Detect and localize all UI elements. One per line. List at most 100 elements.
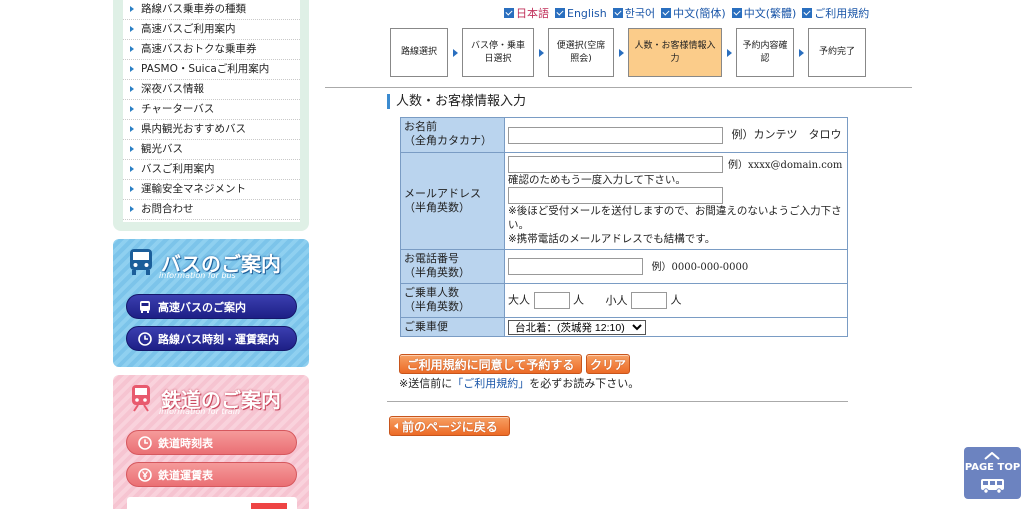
email-confirm-input[interactable] xyxy=(508,187,723,204)
reservation-steps: 路線選択 バス停・乗車日選択 便選択(空席照会) 人数・お客様情報入力 予約内容… xyxy=(390,28,866,77)
highway-bus-button[interactable]: 高速バスのご案内 xyxy=(126,294,297,319)
email-example: 例）xxxx@domain.com xyxy=(728,159,843,171)
sidebar-item-bus-usage[interactable]: バスご利用案内 xyxy=(123,160,300,180)
highway-bus-button-label: 高速バスのご案内 xyxy=(158,300,246,314)
trip-label: ご乗車便 xyxy=(400,317,505,337)
name-label: お名前 （全角カタカナ） xyxy=(400,117,505,153)
page-top-label: PAGE TOP xyxy=(964,462,1021,473)
phone-input[interactable] xyxy=(508,258,643,275)
email-note-2: ※携帯電話のメールアドレスでも結構です。 xyxy=(508,233,716,245)
divider xyxy=(387,401,848,402)
rail-fare-button[interactable]: 鉄道運賃表 xyxy=(126,462,297,487)
lang-japanese-link[interactable]: 日本語 xyxy=(504,5,549,21)
rail-info-banner[interactable] xyxy=(127,497,297,509)
banner-tag xyxy=(251,503,287,509)
sidebar-item-pasmo-suica[interactable]: PASMO・Suicaご利用案内 xyxy=(123,60,300,80)
sidebar-item-charter-bus[interactable]: チャーターバス xyxy=(123,100,300,120)
sidebar-item-highway-guide[interactable]: 高速バスご利用案内 xyxy=(123,20,300,40)
adult-unit: 人 xyxy=(573,293,584,307)
rail-timetable-button-label: 鉄道時刻表 xyxy=(158,436,213,450)
name-input[interactable] xyxy=(508,126,723,144)
email-label: メールアドレス （半角英数） xyxy=(400,152,505,250)
step-trip-select: 便選択(空席照会) xyxy=(548,28,614,77)
name-row: お名前 （全角カタカナ） 例）カンテツ タロウ xyxy=(400,117,848,153)
notice-suffix: を必ずお読み下さい。 xyxy=(529,377,640,390)
sidebar-item-highway-deals[interactable]: 高速バスおトクな乗車券 xyxy=(123,40,300,60)
email-row: メールアドレス （半角英数） 例）xxxx@domain.com 確認のためもう一… xyxy=(400,152,848,250)
email-input[interactable] xyxy=(508,156,723,173)
page-top-button[interactable]: PAGE TOP xyxy=(964,447,1021,499)
passengers-row: ご乗車人数 （半角英数） 大人 人 小人 人 xyxy=(400,283,848,318)
language-bar: 日本語 English 한국어 中文(簡体) 中文(繁體) ご利用規約 xyxy=(504,5,869,21)
bus-info-subtitle: information for bus xyxy=(159,271,236,280)
bus-front-icon xyxy=(137,299,152,314)
rail-info-subtitle: information for train xyxy=(159,407,241,416)
bus-info-box: バスのご案内 information for bus 高速バスのご案内 路線バス… xyxy=(113,239,309,367)
back-button[interactable]: 前のページに戻る xyxy=(389,416,510,436)
route-bus-timetable-button[interactable]: 路線バス時刻・運賃案内 xyxy=(126,326,297,351)
chevron-up-icon xyxy=(984,452,1000,460)
passenger-info-form: お名前 （全角カタカナ） 例）カンテツ タロウ メールアドレス （半角英数） 例）x… xyxy=(400,117,848,337)
divider xyxy=(325,87,912,88)
step-confirm: 予約内容確認 xyxy=(736,28,794,77)
step-arrow-icon xyxy=(614,49,628,57)
checkbox-icon xyxy=(802,8,813,18)
name-example: 例）カンテツ タロウ xyxy=(731,128,842,141)
lang-chinese-simplified-link[interactable]: 中文(簡体) xyxy=(661,5,726,21)
passengers-label: ご乗車人数 （半角英数） xyxy=(400,283,505,318)
notice-terms-link[interactable]: 「ご利用規約」 xyxy=(452,377,529,390)
agree-and-reserve-button[interactable]: ご利用規約に同意して予約する xyxy=(399,354,582,374)
child-count-input[interactable] xyxy=(631,292,667,309)
step-arrow-icon xyxy=(534,49,548,57)
terms-of-use-link[interactable]: ご利用規約 xyxy=(802,5,869,21)
step-stop-date-select: バス停・乗車日選択 xyxy=(462,28,534,77)
sidebar-item-safety-management[interactable]: 運輸安全マネジメント xyxy=(123,180,300,200)
yen-icon xyxy=(137,467,152,482)
trip-select[interactable]: 台北着：(茨城発 12:10) xyxy=(508,319,646,335)
page-title: 人数・お客様情報入力 xyxy=(387,94,526,109)
terms-notice: ※送信前に「ご利用規約」を必ずお読み下さい。 xyxy=(399,375,639,391)
sidebar-item-late-night-bus[interactable]: 深夜バス情報 xyxy=(123,80,300,100)
checkbox-icon xyxy=(555,8,565,18)
sidebar-menu-list: 路線バス乗車券の種類 高速バスご利用案内 高速バスおトクな乗車券 PASMO・S… xyxy=(123,0,300,222)
lang-korean-link[interactable]: 한국어 xyxy=(612,5,655,21)
adult-label: 大人 xyxy=(508,293,530,307)
checkbox-icon xyxy=(661,8,672,18)
rail-timetable-button[interactable]: 鉄道時刻表 xyxy=(126,430,297,455)
phone-label: お電話番号 （半角英数） xyxy=(400,249,505,284)
step-complete: 予約完了 xyxy=(808,28,866,77)
sidebar-menu: 路線バス乗車券の種類 高速バスご利用案内 高速バスおトクな乗車券 PASMO・S… xyxy=(113,0,309,231)
adult-count-input[interactable] xyxy=(533,292,570,309)
bus-icon xyxy=(981,479,1004,494)
step-arrow-icon xyxy=(722,49,736,57)
step-route-select: 路線選択 xyxy=(390,28,448,77)
back-button-label: 前のページに戻る xyxy=(402,419,498,434)
child-label: 小人 xyxy=(605,293,628,307)
trip-row: ご乗車便 台北着：(茨城発 12:10) xyxy=(400,317,848,337)
lang-english-link[interactable]: English xyxy=(555,5,607,21)
notice-prefix: ※送信前に xyxy=(399,377,453,390)
lang-chinese-traditional-link[interactable]: 中文(繁體) xyxy=(731,5,796,21)
rail-info-box: 鉄道のご案内 information for train 鉄道時刻表 鉄道運賃表 xyxy=(113,375,309,509)
sidebar-item-sightseeing-recommend[interactable]: 県内観光おすすめバス xyxy=(123,120,300,140)
step-passenger-info: 人数・お客様情報入力 xyxy=(628,28,722,77)
clear-button[interactable]: クリア xyxy=(586,354,630,374)
clock-icon xyxy=(137,435,152,450)
bus-icon xyxy=(127,247,155,277)
checkbox-icon xyxy=(612,8,623,18)
sidebar-item-route-ticket-types[interactable]: 路線バス乗車券の種類 xyxy=(123,0,300,20)
checkbox-icon xyxy=(504,8,514,18)
route-bus-timetable-button-label: 路線バス時刻・運賃案内 xyxy=(158,332,279,346)
sidebar-item-sightseeing-bus[interactable]: 観光バス xyxy=(123,140,300,160)
clock-icon xyxy=(137,331,152,346)
step-arrow-icon xyxy=(794,49,808,57)
phone-example: 例）0000-000-0000 xyxy=(651,261,749,273)
checkbox-icon xyxy=(731,8,742,18)
train-icon xyxy=(127,383,155,413)
email-confirm-text: 確認のためもう一度入力して下さい。 xyxy=(508,174,686,186)
step-arrow-icon xyxy=(448,49,462,57)
email-note-1: ※後ほど受付メールを送付しますので、お間違えのないようご入力下さい。 xyxy=(508,205,842,231)
child-unit: 人 xyxy=(670,293,682,307)
back-arrow-icon xyxy=(394,423,398,429)
sidebar-item-contact[interactable]: お問合わせ xyxy=(123,200,300,220)
